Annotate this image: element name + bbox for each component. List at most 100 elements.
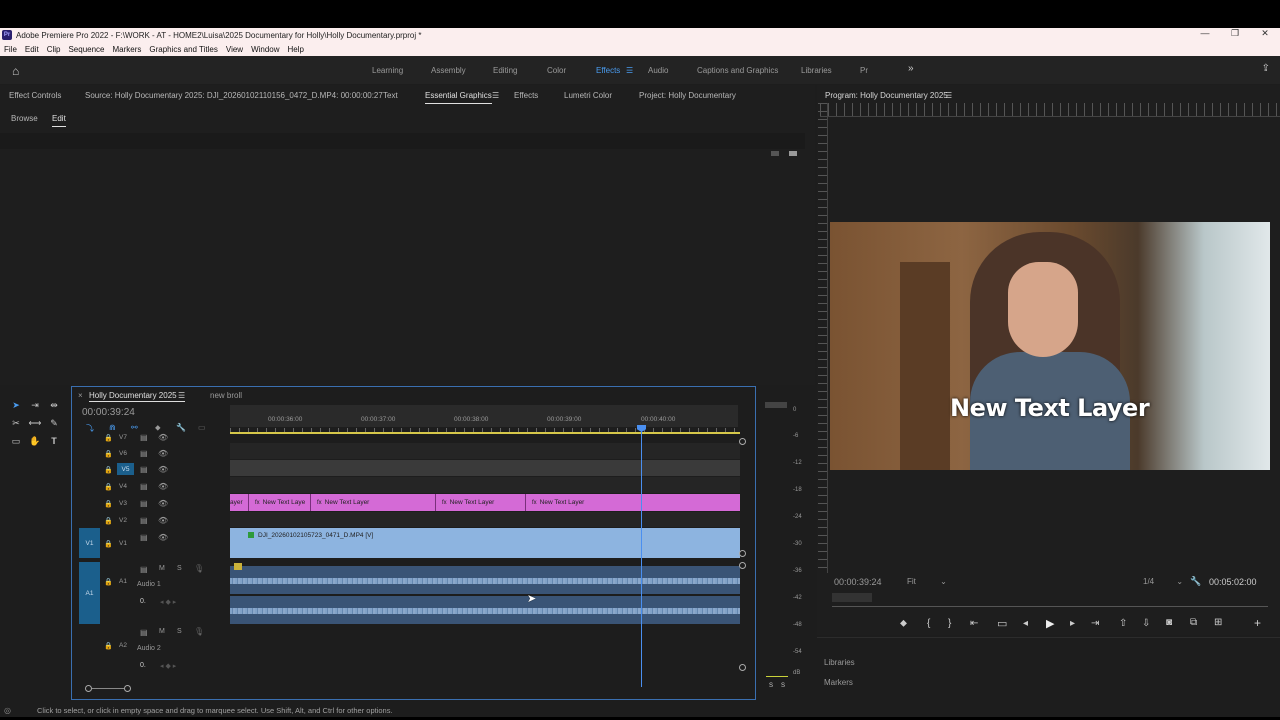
captions-icon[interactable]: ▭ [198,423,206,432]
work-area-bar[interactable] [230,432,740,434]
linked-selection-icon[interactable]: ⚯ [131,423,138,432]
menu-view[interactable]: View [222,45,247,54]
toggle-sync-icon[interactable]: ▤ [140,565,148,574]
solo-right-button[interactable]: S [781,683,785,689]
timeline-timecode[interactable]: 00:00:39:24 [82,407,135,418]
toggle-sync-icon[interactable]: ▤ [140,516,148,525]
selection-tool-icon[interactable]: ➤ [9,398,23,412]
more-workspaces-icon[interactable]: » [908,63,914,74]
text-clip[interactable]: fx New Text Layer [311,494,436,511]
workspace-pr[interactable]: Pr [860,66,868,75]
horizontal-zoom-handle[interactable] [85,685,92,692]
hand-tool-icon[interactable]: ✋ [28,434,42,448]
menu-edit[interactable]: Edit [21,45,43,54]
track-label-v5[interactable]: V5 [117,463,134,475]
tab-lumetri-color[interactable]: Lumetri Color [564,91,612,100]
safe-margins-icon[interactable]: ▭ [997,617,1007,630]
tab-project[interactable]: Project: Holly Documentary [639,91,736,100]
tab-text[interactable]: Text [383,91,398,100]
step-back-icon[interactable]: ◂ [1023,618,1028,629]
tab-essential-graphics[interactable]: Essential Graphics [425,91,492,104]
toggle-sync-icon[interactable]: ▤ [140,533,148,542]
horizontal-scrollbar[interactable] [92,688,124,689]
playhead[interactable] [641,425,642,687]
rectangle-tool-icon[interactable]: ▭ [9,434,23,448]
source-patch-v1[interactable]: V1 [79,528,100,558]
track-volume-a1[interactable]: 0. [140,598,146,605]
new-layer-icon[interactable] [771,151,779,156]
pen-tool-icon[interactable]: ✎ [47,416,61,430]
close-icon[interactable]: ✕ [1250,28,1280,39]
add-button-icon[interactable]: + [1254,616,1261,630]
step-forward-icon[interactable]: ▸ [1070,618,1075,629]
tab-sequence-holly[interactable]: Holly Documentary 2025 [89,391,177,400]
voiceover-mic-icon[interactable]: 🎙 [194,627,204,636]
workspace-menu-icon[interactable]: ☰ [626,66,633,75]
menu-graphics-titles[interactable]: Graphics and Titles [145,45,221,54]
workspace-color[interactable]: Color [547,66,566,75]
text-clip[interactable]: fx New Text Layer [436,494,526,511]
program-mini-timeline[interactable] [832,593,872,602]
program-title[interactable]: Program: Holly Documentary 2025 [825,91,948,100]
toggle-sync-icon[interactable]: ▤ [140,449,148,458]
minimize-icon[interactable]: — [1190,28,1220,39]
text-clip[interactable]: fx New Text Layer [526,494,740,511]
settings-wrench-icon[interactable]: 🔧 [1190,576,1201,587]
libraries-panel-tab[interactable]: Libraries [824,658,855,667]
lock-icon[interactable]: 🔒 [104,483,113,491]
sequence-menu-icon[interactable]: ☰ [178,391,185,400]
keyframe-nav-icon[interactable]: ◂ ◆ ▸ [160,598,176,606]
solo-a2-button[interactable]: S [177,628,182,635]
close-sequence-icon[interactable]: × [78,391,83,400]
menu-clip[interactable]: Clip [43,45,65,54]
workspace-effects[interactable]: Effects [596,66,620,75]
razor-tool-icon[interactable]: ✂ [9,416,23,430]
program-video-frame[interactable]: New Text Layer [830,222,1270,470]
track-label-v1[interactable]: V1 [119,540,127,547]
source-patch-a1[interactable]: A1 [79,562,100,624]
restore-icon[interactable]: ❐ [1220,28,1250,39]
resolution-select[interactable]: 1/4 ⌄ [1143,577,1183,586]
workspace-captions-graphics[interactable]: Captions and Graphics [697,66,778,75]
mark-in-icon[interactable]: { [927,618,930,629]
share-icon[interactable]: ⇪ [1262,63,1270,74]
keyframe-nav-icon[interactable]: ◂ ◆ ▸ [160,662,176,670]
comparison-view-icon[interactable]: ⧉ [1190,617,1197,628]
video-clip-v1[interactable]: DJI_20260102105723_0471_D.MP4 [V] [230,528,740,558]
track-label-a1[interactable]: A1 [119,578,127,585]
tab-source[interactable]: Source: Holly Documentary 2025: DJI_2026… [85,91,383,100]
delete-layer-icon[interactable] [789,151,797,156]
lock-icon[interactable]: 🔒 [104,434,113,442]
ripple-edit-tool-icon[interactable]: ⇹ [47,398,61,412]
eye-icon[interactable]: 👁 [158,465,168,474]
export-frame-icon[interactable]: ◙ [1166,617,1172,628]
toggle-sync-icon[interactable]: ▤ [140,499,148,508]
track-lane-v6[interactable] [230,443,740,459]
workspace-libraries[interactable]: Libraries [801,66,832,75]
mute-a1-button[interactable]: M [159,565,165,572]
program-scrubber[interactable] [832,606,1268,607]
solo-left-button[interactable]: S [769,683,773,689]
add-marker-timeline-icon[interactable]: ⬥ [155,423,161,433]
lift-icon[interactable]: ⇧ [1119,618,1127,629]
subtab-browse[interactable]: Browse [11,114,38,123]
multi-camera-icon[interactable]: ⊞ [1214,617,1222,628]
play-button[interactable]: ▶ [1046,617,1054,630]
mark-out-icon[interactable]: } [948,618,951,629]
audio-clip-right[interactable] [230,596,740,624]
go-to-in-icon[interactable]: ⇤ [970,618,978,629]
toggle-sync-icon[interactable]: ▤ [140,482,148,491]
lock-icon[interactable]: 🔒 [104,642,113,650]
track-label-a2[interactable]: A2 [119,642,127,649]
track-lane-v2[interactable] [230,512,740,527]
markers-panel-tab[interactable]: Markers [824,678,853,687]
track-volume-a2[interactable]: 0. [140,662,146,669]
subtab-edit[interactable]: Edit [52,114,66,127]
vertical-zoom-handle[interactable] [739,550,746,557]
lock-icon[interactable]: 🔒 [104,450,113,458]
eye-icon[interactable]: 👁 [158,482,168,491]
type-tool-icon[interactable]: T [47,434,61,448]
track-label-v7[interactable]: V7 [119,434,127,441]
home-icon[interactable]: ⌂ [12,64,19,78]
track-select-tool-icon[interactable]: ⇥ [28,398,42,412]
